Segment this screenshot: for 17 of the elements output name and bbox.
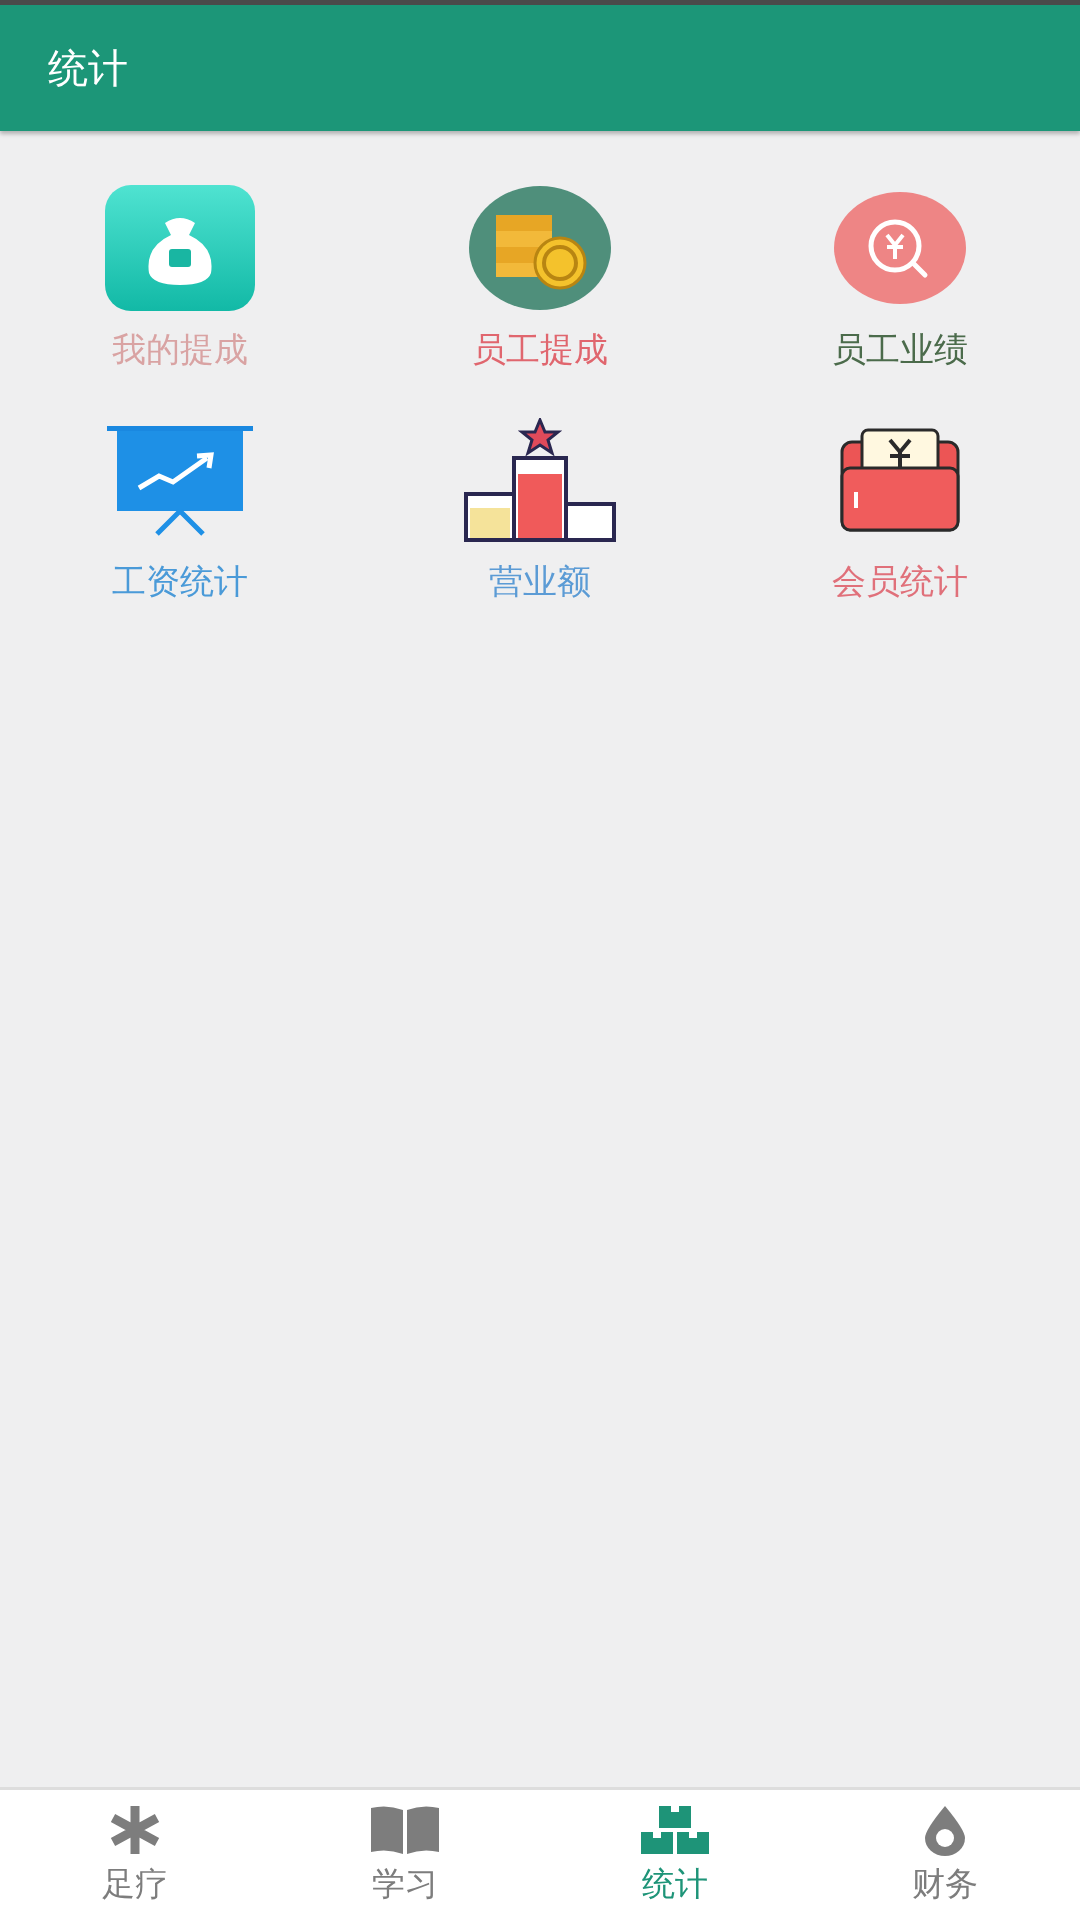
nav-tab[interactable]: 学习 xyxy=(270,1790,540,1920)
nav-tab[interactable]: 统计 xyxy=(540,1790,810,1920)
shortcut-label[interactable]: 营业额 xyxy=(489,559,591,605)
shortcut-label[interactable]: 工资统计 xyxy=(112,559,248,605)
money-bag-icon[interactable] xyxy=(105,185,255,311)
boxes-icon xyxy=(639,1803,711,1856)
coins-icon[interactable] xyxy=(468,185,612,311)
shortcut-label[interactable]: 员工提成 xyxy=(472,327,608,373)
shortcut-label[interactable]: 员工业绩 xyxy=(832,327,968,373)
magnifier-icon[interactable] xyxy=(833,191,967,305)
nav-tab[interactable]: 财务 xyxy=(810,1790,1080,1920)
screen-title: 统计 xyxy=(48,43,128,93)
nav-tab[interactable]: 足疗 xyxy=(0,1790,270,1920)
shortcut-label[interactable]: 会员统计 xyxy=(832,559,968,605)
podium-icon[interactable] xyxy=(464,418,616,542)
wallet-icon[interactable] xyxy=(840,428,960,532)
book-icon xyxy=(369,1803,441,1856)
